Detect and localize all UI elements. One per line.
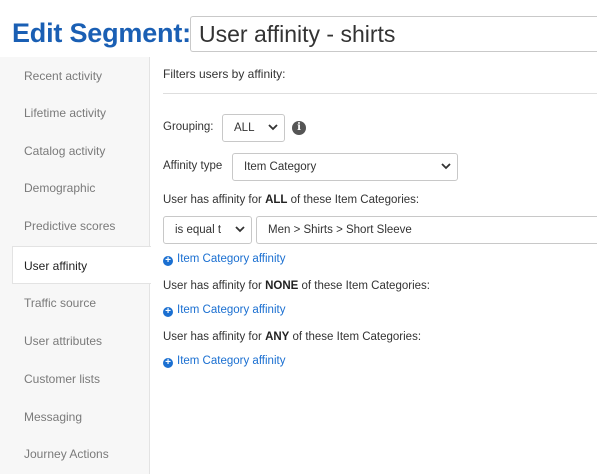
sidebar-item-predictive-scores[interactable]: Predictive scores <box>0 207 150 245</box>
any-suffix: of these Item Categories: <box>289 331 422 343</box>
page-title: Edit Segment: <box>12 18 191 48</box>
sidebar-item-demographic[interactable]: Demographic <box>0 169 150 207</box>
chevron-down-icon <box>441 154 451 170</box>
affinity-type-label: Affinity type <box>163 160 223 172</box>
info-circle-icon[interactable]: i <box>292 121 306 135</box>
grouping-select[interactable]: ALL <box>222 114 285 142</box>
header: Edit Segment: <box>0 0 597 60</box>
plus-circle-icon: + <box>163 307 173 317</box>
any-keyword: ANY <box>265 331 290 343</box>
sidebar: Recent activity Lifetime activity Catalo… <box>0 57 151 474</box>
sidebar-item-user-attributes[interactable]: User attributes <box>0 322 150 360</box>
chevron-down-icon <box>235 217 245 233</box>
sidebar-item-lifetime-activity[interactable]: Lifetime activity <box>0 94 150 132</box>
any-prefix: User has affinity for <box>163 331 266 343</box>
sidebar-item-catalog-activity[interactable]: Catalog activity <box>0 132 150 170</box>
all-prefix: User has affinity for <box>163 194 266 206</box>
grouping-value: ALL <box>234 122 255 134</box>
all-suffix: of these Item Categories: <box>287 194 420 206</box>
operator-select[interactable]: is equal t <box>163 216 252 244</box>
filters-heading: Filters users by affinity: <box>163 67 286 81</box>
add-none-affinity-label: Item Category affinity <box>177 304 286 316</box>
divider <box>163 93 597 94</box>
sidebar-item-journey-actions[interactable]: Journey Actions <box>0 435 150 473</box>
all-section-label: User has affinity for ALL of these Item … <box>163 194 419 206</box>
none-prefix: User has affinity for <box>163 280 266 292</box>
add-none-affinity-link[interactable]: + Item Category affinity <box>163 304 285 317</box>
operator-value: is equal t <box>175 224 222 236</box>
none-suffix: of these Item Categories: <box>298 280 430 292</box>
grouping-label: Grouping: <box>163 121 214 133</box>
chevron-down-icon <box>268 115 278 131</box>
sidebar-item-traffic-source[interactable]: Traffic source <box>0 284 150 322</box>
sidebar-item-messaging[interactable]: Messaging <box>0 398 150 436</box>
affinity-type-value: Item Category <box>244 161 317 173</box>
any-section-label: User has affinity for ANY of these Item … <box>163 331 421 343</box>
all-keyword: ALL <box>265 194 288 206</box>
none-keyword: NONE <box>265 280 299 292</box>
sidebar-item-customer-lists[interactable]: Customer lists <box>0 360 150 398</box>
plus-circle-icon: + <box>163 358 173 368</box>
affinity-type-select[interactable]: Item Category <box>232 153 458 181</box>
add-all-affinity-label: Item Category affinity <box>177 253 286 265</box>
plus-circle-icon: + <box>163 256 173 266</box>
add-any-affinity-label: Item Category affinity <box>177 355 286 367</box>
sidebar-item-user-affinity[interactable]: User affinity <box>12 246 151 284</box>
sidebar-item-recent-activity[interactable]: Recent activity <box>0 57 150 95</box>
main-panel: Filters users by affinity: Grouping: ALL… <box>150 57 597 474</box>
add-all-affinity-link[interactable]: + Item Category affinity <box>163 253 285 266</box>
category-value-input[interactable]: Men > Shirts > Short Sleeve <box>256 216 597 244</box>
segment-name-input[interactable] <box>190 16 597 52</box>
add-any-affinity-link[interactable]: + Item Category affinity <box>163 355 285 368</box>
none-section-label: User has affinity for NONE of these Item… <box>163 280 430 292</box>
